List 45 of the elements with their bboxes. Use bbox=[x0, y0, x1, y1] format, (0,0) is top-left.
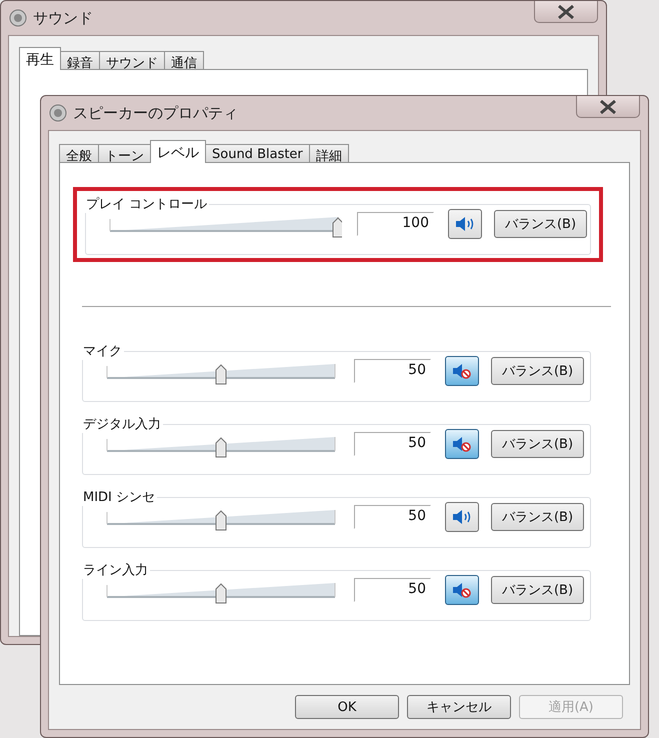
window-title: サウンド bbox=[33, 8, 93, 28]
mute-button[interactable] bbox=[445, 575, 479, 605]
dialog-button[interactable]: キャンセル bbox=[407, 695, 511, 719]
tab[interactable]: トーン bbox=[98, 144, 151, 163]
tab[interactable]: サウンド bbox=[99, 51, 165, 70]
dialog-button[interactable]: OK bbox=[295, 695, 399, 719]
muted-speaker-icon bbox=[451, 581, 473, 599]
mute-button[interactable] bbox=[448, 209, 482, 239]
slider-thumb[interactable] bbox=[216, 583, 226, 604]
volume-value: 50 bbox=[354, 359, 431, 383]
tab[interactable]: 通信 bbox=[164, 51, 204, 70]
tab[interactable]: レベル bbox=[150, 140, 206, 163]
volume-value: 50 bbox=[354, 578, 431, 602]
volume-value: 50 bbox=[354, 432, 431, 456]
group-label: プレイ コントロール bbox=[85, 196, 208, 213]
volume-value: 100 bbox=[357, 212, 434, 236]
slider-thumb[interactable] bbox=[216, 364, 226, 384]
muted-speaker-icon bbox=[451, 435, 473, 453]
volume-value: 50 bbox=[354, 505, 431, 529]
balance-button[interactable]: バランス(B) bbox=[491, 503, 584, 531]
group-label: デジタル入力 bbox=[82, 416, 162, 433]
mute-button[interactable] bbox=[445, 429, 479, 459]
slider-thumb[interactable] bbox=[332, 217, 342, 238]
close-button[interactable] bbox=[534, 1, 598, 23]
group-label: ライン入力 bbox=[82, 562, 149, 579]
tab[interactable]: 再生 bbox=[19, 47, 61, 70]
tab[interactable]: Sound Blaster bbox=[205, 144, 310, 163]
balance-button[interactable]: バランス(B) bbox=[491, 357, 584, 385]
group-label: MIDI シンセ bbox=[82, 489, 156, 506]
window-title: スピーカーのプロパティ bbox=[73, 104, 238, 122]
close-icon bbox=[597, 100, 619, 114]
muted-speaker-icon bbox=[451, 362, 473, 380]
balance-button[interactable]: バランス(B) bbox=[494, 210, 587, 238]
mute-button[interactable] bbox=[445, 502, 479, 532]
tab[interactable]: 全般 bbox=[59, 144, 99, 163]
tab[interactable]: 録音 bbox=[60, 51, 100, 70]
close-button[interactable] bbox=[576, 96, 640, 118]
slider-thumb[interactable] bbox=[216, 510, 226, 530]
slider-thumb[interactable] bbox=[216, 437, 226, 458]
tab[interactable]: 詳細 bbox=[308, 144, 349, 163]
balance-button[interactable]: バランス(B) bbox=[491, 576, 584, 604]
balance-button[interactable]: バランス(B) bbox=[491, 430, 584, 458]
group-label: マイク bbox=[82, 343, 123, 360]
mute-button[interactable] bbox=[445, 356, 479, 386]
close-icon bbox=[555, 4, 577, 18]
